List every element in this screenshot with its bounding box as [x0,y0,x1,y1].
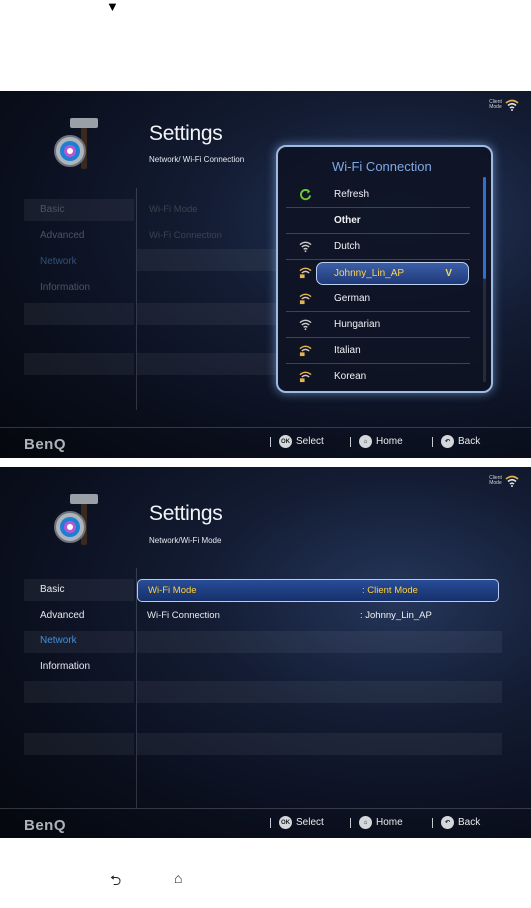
wifi-item-label: Other [334,215,361,226]
sidebar-item-advanced[interactable]: Advanced [24,606,134,626]
wifi-lock-icon [299,293,312,305]
screen-wifi-connection: Client Mode Settings Network/ Wi-Fi Conn… [0,91,531,458]
setting-wifi-connection[interactable]: Wi-Fi Connection [149,226,222,246]
column-divider [136,188,137,410]
home-icon: ⌂ [359,816,372,829]
ok-button-icon: OK [279,435,292,448]
wifi-mode-value: : Client Mode [362,585,418,596]
android-home-icon[interactable]: ⌂ [174,870,182,886]
wifi-list-item-dutch[interactable]: Dutch [286,234,470,260]
sidebar-item-basic[interactable]: Basic [24,580,134,600]
ok-button-icon: OK [279,816,292,829]
wifi-list-item-hungarian[interactable]: Hungarian [286,312,470,338]
wifi-icon [299,241,312,253]
nav-stripe [24,733,134,755]
android-back-icon[interactable]: ⮌ [110,870,121,894]
wifi-list-item-refresh[interactable]: Refresh [286,182,470,208]
refresh-icon [300,189,312,201]
page-title: Settings [149,502,223,525]
client-mode-label: Client Mode [489,475,502,486]
benq-logo: BenQ [24,436,67,453]
selected-check-icon: V [445,268,452,279]
down-triangle-icon: ▼ [106,0,119,14]
back-hint[interactable]: ↶ Back [432,435,480,448]
nav-stripe [24,353,134,375]
wifi-list-item-other[interactable]: Other [286,208,470,234]
wifi-item-label: German [334,293,371,304]
client-mode-indicator: Client Mode [489,475,519,487]
wifi-list-item-italian[interactable]: Italian [286,338,470,364]
wifi-item-label: Italian [334,345,361,356]
wifi-connection-popup: Wi-Fi Connection Refresh Other Dutch Joh… [276,145,493,393]
sidebar-item-information[interactable]: Information [24,278,134,298]
wifi-list-item-johnny-lin-ap[interactable]: Johnny_Lin_AP V [316,262,469,285]
wifi-list-item-german[interactable]: German [286,286,470,312]
wifi-icon [299,319,312,331]
wifi-icon [505,99,519,111]
setting-wifi-mode[interactable]: Wi-Fi Mode : Client Mode [137,579,499,602]
wifi-lock-icon [299,267,312,279]
content-stripe [137,303,277,325]
sidebar-item-basic[interactable]: Basic [24,200,134,220]
wifi-list-item-korean[interactable]: Korean [286,364,470,389]
popup-scrollbar[interactable] [483,177,486,382]
client-mode-label: Client Mode [489,99,502,110]
sidebar-item-information[interactable]: Information [24,657,134,677]
page-title: Settings [149,122,223,145]
wifi-icon [505,475,519,487]
settings-tools-icon [48,491,100,549]
wifi-lock-icon [299,371,312,383]
back-icon: ↶ [441,435,454,448]
wifi-item-label: Hungarian [334,319,381,330]
home-hint[interactable]: ⌂ Home [350,435,403,448]
home-hint[interactable]: ⌂ Home [350,816,403,829]
breadcrumb: Network/Wi-Fi Mode [149,536,222,545]
back-icon: ↶ [441,816,454,829]
setting-wifi-connection[interactable]: Wi-Fi Connection [147,606,220,626]
breadcrumb: Network/ Wi-Fi Connection [149,155,245,164]
home-icon: ⌂ [359,435,372,448]
content-stripe [137,249,277,271]
sidebar-item-advanced[interactable]: Advanced [24,226,134,246]
wifi-item-label: Johnny_Lin_AP [334,268,405,279]
home-label: Home [376,817,403,828]
column-divider [136,568,137,808]
content-stripe [137,353,277,375]
back-label: Back [458,436,481,447]
wifi-mode-label: Wi-Fi Mode [148,585,197,596]
wifi-item-label: Refresh [334,189,370,200]
select-hint[interactable]: OK Select [270,816,324,829]
wifi-connection-value: : Johnny_Lin_AP [360,610,432,621]
content-stripe [137,681,502,703]
home-label: Home [376,436,403,447]
back-hint[interactable]: ↶ Back [432,816,480,829]
screen-wifi-mode: Client Mode Settings Network/Wi-Fi Mode … [0,467,531,838]
content-stripe [137,733,502,755]
setting-wifi-mode[interactable]: Wi-Fi Mode [149,200,198,220]
sidebar-item-network[interactable]: Network [24,252,134,272]
client-mode-indicator: Client Mode [489,99,519,111]
benq-logo: BenQ [24,817,67,834]
back-label: Back [458,817,481,828]
select-hint[interactable]: OK Select [270,435,324,448]
nav-stripe [24,681,134,703]
settings-tools-icon [48,115,100,173]
bottom-bar: BenQ OK Select ⌂ Home ↶ Back [0,427,531,458]
wifi-lock-icon [299,345,312,357]
bottom-bar: BenQ OK Select ⌂ Home ↶ Back [0,808,531,838]
content-stripe [137,631,502,653]
wifi-item-label: Dutch [334,241,361,252]
wifi-item-label: Korean [334,371,367,382]
scrollbar-thumb[interactable] [483,177,486,279]
select-label: Select [296,817,324,828]
sidebar-item-network[interactable]: Network [24,631,134,651]
select-label: Select [296,436,324,447]
popup-title: Wi-Fi Connection [332,159,432,174]
nav-stripe [24,303,134,325]
